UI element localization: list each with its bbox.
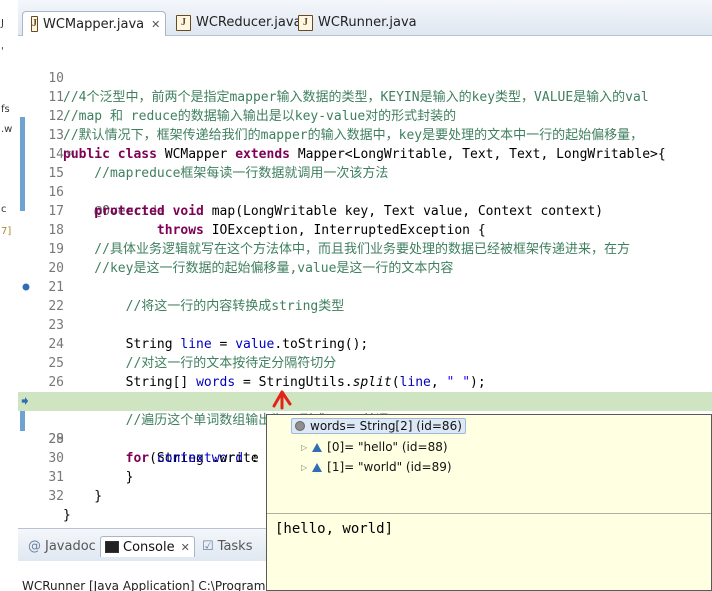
at-icon: @ bbox=[28, 538, 41, 554]
tab-label: WCReducer.java bbox=[196, 15, 302, 30]
code-line-11: 11 //map 和 reduce的数据输入输出是以key-value对的形式封… bbox=[48, 90, 457, 124]
tab-tasks[interactable]: ☑ Tasks bbox=[198, 536, 257, 556]
left-fragment-2: ' bbox=[1, 46, 4, 57]
close-icon[interactable]: ✕ bbox=[151, 18, 160, 31]
variable-detail-text: [hello, world] bbox=[275, 521, 394, 537]
code-line-28-current: 28 for(String word : words ){ bbox=[18, 392, 712, 466]
java-file-icon: J bbox=[298, 14, 313, 31]
tree-item-element-1[interactable]: ▷ [1]= "world" (id=89) bbox=[301, 460, 452, 474]
left-fragment-4: .w bbox=[1, 124, 13, 135]
tab-wcrunner[interactable]: J WCRunner.java bbox=[290, 11, 425, 34]
code-line-22: 22 String line = value.toString(); bbox=[18, 278, 712, 352]
red-cursor-arrow-icon bbox=[272, 390, 292, 410]
code-line-25: 25 String[] words = StringUtils.split(li… bbox=[48, 356, 486, 390]
console-title: WCRunner [Java Application] C:\Program bbox=[22, 579, 266, 591]
tree-item-words[interactable]: words= String[2] (id=86) bbox=[291, 418, 466, 434]
code-line-16: 16 protected void map(LongWritable key, … bbox=[48, 185, 604, 219]
left-fragment-6: 7] bbox=[1, 226, 12, 237]
tasks-icon: ☑ bbox=[202, 538, 214, 554]
editor-tab-bar: J WCMapper.java ✕ J WCReducer.java J WCR… bbox=[18, 0, 712, 36]
close-icon[interactable]: ✕ bbox=[181, 541, 190, 554]
code-line-24: 24 //对这一行的文本按待定分隔符切分 bbox=[48, 337, 337, 371]
code-line-21: 21 //将这一行的内容转换成string类型 bbox=[48, 280, 345, 314]
expand-arrow-icon[interactable]: ▷ bbox=[301, 463, 307, 472]
field-icon bbox=[312, 462, 323, 472]
expand-arrow-icon[interactable]: ▷ bbox=[301, 443, 307, 452]
code-line-20: 20 bbox=[48, 261, 64, 276]
left-package-explorer-edge: J ' fs .w c 7] bbox=[0, 0, 19, 591]
left-fragment-1: J bbox=[1, 18, 4, 29]
code-line-27: 27 //遍历这个单词数组输出为kv形式 K：单词 v：1 bbox=[48, 394, 441, 428]
tab-wcmapper[interactable]: J WCMapper.java ✕ bbox=[22, 11, 166, 36]
console-icon bbox=[105, 541, 119, 553]
java-file-icon: J bbox=[31, 16, 38, 32]
popup-divider bbox=[267, 513, 711, 514]
left-fragment-3: fs bbox=[1, 104, 10, 115]
code-line-19: 19 //key是这一行数据的起始偏移量,value是这一行的文本内容 bbox=[48, 242, 454, 276]
code-line-13: 13 public class WCMapper extends Mapper<… bbox=[48, 128, 666, 162]
tab-javadoc[interactable]: @ Javadoc bbox=[24, 536, 100, 556]
code-line-10: 10 //4个泛型中，前两个是指定mapper输入数据的类型，KEYIN是输入的… bbox=[48, 71, 649, 105]
code-line-26: 26 bbox=[48, 375, 64, 390]
field-icon bbox=[312, 442, 323, 452]
tab-console[interactable]: Console ✕ bbox=[100, 536, 195, 557]
breakpoint-icon[interactable] bbox=[22, 283, 30, 291]
fold-icon[interactable]: ⊖ bbox=[67, 145, 72, 164]
code-line-14: 14 //mapreduce框架每读一行数据就调用一次该方法 bbox=[48, 147, 389, 181]
code-line-17: 17 throws IOException, InterruptedExcept… bbox=[48, 204, 486, 238]
code-line-12: 12 //默认情况下，框架传递给我们的mapper的输入数据中，key是要处理的… bbox=[48, 109, 644, 143]
tab-label: WCRunner.java bbox=[318, 15, 417, 30]
code-line-18: 18 //具体业务逻辑就写在这个方法体中，而且我们业务要处理的数据已经被框架传递… bbox=[48, 223, 630, 257]
java-file-icon: J bbox=[176, 14, 191, 31]
code-line-23: 23 bbox=[48, 318, 64, 333]
tab-wcreducer[interactable]: J WCReducer.java bbox=[168, 11, 310, 34]
code-line-15: 15 ⊖ @Override bbox=[18, 145, 712, 219]
tab-label: WCMapper.java bbox=[43, 16, 145, 32]
debug-instruction-pointer-icon bbox=[21, 397, 29, 405]
variable-icon bbox=[295, 421, 305, 431]
variable-inspect-popup[interactable]: words= String[2] (id=86) ▷ [0]= "hello" … bbox=[266, 414, 712, 591]
left-fragment-5: c bbox=[1, 204, 7, 215]
tree-item-element-0[interactable]: ▷ [0]= "hello" (id=88) bbox=[301, 440, 448, 454]
